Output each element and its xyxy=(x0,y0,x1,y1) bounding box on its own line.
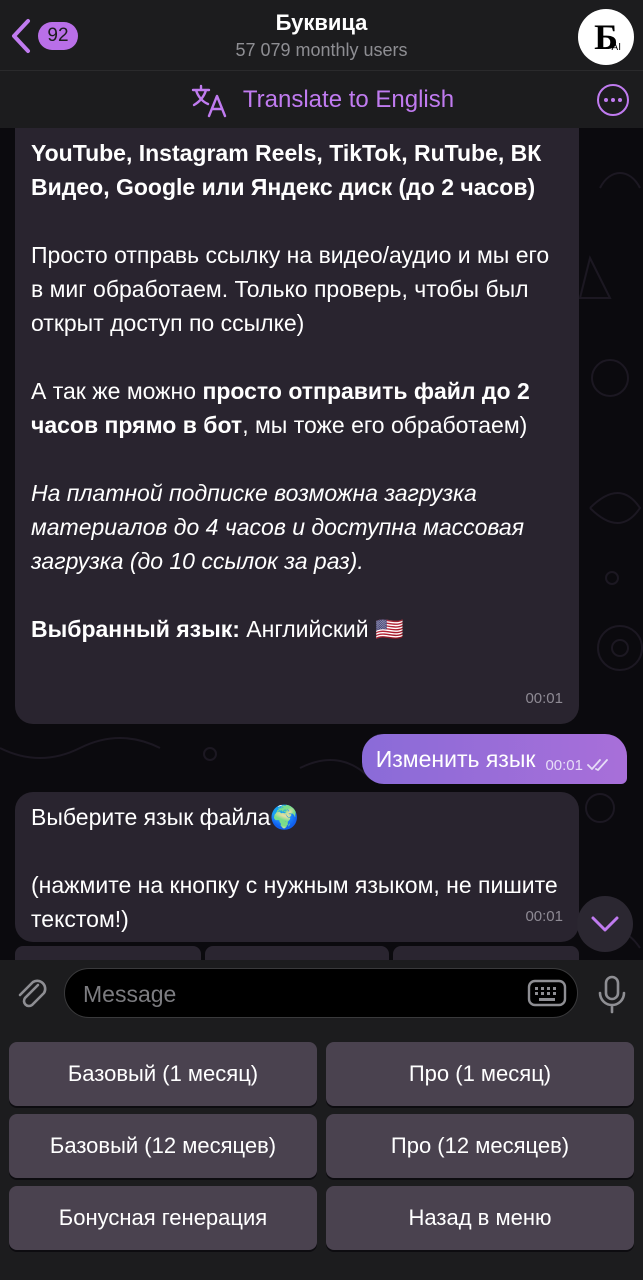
translate-bar[interactable]: Translate to English xyxy=(0,70,643,128)
selected-language-value: Английский 🇺🇸 xyxy=(239,616,404,642)
outgoing-message[interactable]: Изменить язык 00:01 xyxy=(361,734,627,784)
chat-title: Буквица xyxy=(275,10,368,35)
message-time: 00:01 xyxy=(525,690,563,707)
message-text: А так же можно xyxy=(31,378,203,404)
message-time: 00:01 xyxy=(525,908,563,925)
selected-language-label: Выбранный язык: xyxy=(31,616,240,642)
message-time: 00:01 xyxy=(545,756,583,774)
more-icon xyxy=(604,98,608,102)
more-button[interactable] xyxy=(597,84,629,116)
bonus-generation-button[interactable]: Бонусная генерация xyxy=(9,1186,317,1250)
paperclip-icon[interactable] xyxy=(14,976,50,1012)
message-text: , мы тоже его обработаем) xyxy=(242,412,528,438)
pro-1-month-button[interactable]: Про (1 месяц) xyxy=(326,1042,634,1106)
message-text: Изменить язык xyxy=(375,745,536,772)
message-paragraph: YouTube, Instagram Reels, TikTok, RuTube… xyxy=(31,136,563,204)
message-paragraph: (нажмите на кнопку с нужным языком, не п… xyxy=(31,872,558,932)
basic-1-month-button[interactable]: Базовый (1 месяц) xyxy=(9,1042,317,1106)
incoming-message[interactable]: YouTube, Instagram Reels, TikTok, RuTube… xyxy=(15,128,579,724)
pro-12-months-button[interactable]: Про (12 месяцев) xyxy=(326,1114,634,1178)
bot-keyboard: Базовый (1 месяц) Про (1 месяц) Базовый … xyxy=(0,1028,643,1280)
message-italic-text: На платной подписке возможна загрузка ма… xyxy=(31,480,525,574)
double-check-icon xyxy=(587,759,608,771)
translate-icon xyxy=(191,84,227,117)
chat-title-block[interactable]: Буквица 57 079 monthly users xyxy=(0,10,643,61)
message-composer: Message xyxy=(0,960,643,1028)
avatar-ai-mark: AI xyxy=(611,42,621,53)
basic-12-months-button[interactable]: Базовый (12 месяцев) xyxy=(9,1114,317,1178)
inline-keyboard-button[interactable] xyxy=(393,946,579,960)
message-paragraph: Выберите язык файла🌍 xyxy=(31,804,300,830)
message-paragraph: На платной подписке возможна загрузка ма… xyxy=(31,476,563,578)
message-paragraph: Просто отправь ссылку на видео/аудио и м… xyxy=(31,242,550,336)
inline-keyboard-button[interactable] xyxy=(205,946,389,960)
chevron-down-icon xyxy=(591,916,619,932)
message-paragraph: А так же можно просто отправить файл до … xyxy=(31,374,563,442)
more-icon-dot xyxy=(611,98,615,102)
back-to-menu-button[interactable]: Назад в меню xyxy=(326,1186,634,1250)
translate-label: Translate to English xyxy=(242,85,455,113)
chat-header: 92 Буквица 57 079 monthly users Б AI xyxy=(0,0,643,70)
bot-avatar[interactable]: Б AI xyxy=(578,9,634,65)
keyboard-icon[interactable] xyxy=(527,977,567,1009)
message-input[interactable]: Message xyxy=(64,968,578,1018)
message-bold-text: YouTube, Instagram Reels, TikTok, RuTube… xyxy=(31,140,542,200)
message-paragraph: Выбранный язык: Английский 🇺🇸 xyxy=(31,612,563,646)
microphone-icon[interactable] xyxy=(595,974,629,1014)
incoming-message[interactable]: Выберите язык файла🌍 (нажмите на кнопку … xyxy=(15,792,579,942)
more-icon-dot xyxy=(618,98,622,102)
message-list[interactable]: YouTube, Instagram Reels, TikTok, RuTube… xyxy=(0,128,643,960)
inline-keyboard-button[interactable] xyxy=(15,946,201,960)
chat-subtitle: 57 079 monthly users xyxy=(235,40,408,60)
message-placeholder: Message xyxy=(83,981,177,1007)
scroll-down-button[interactable] xyxy=(577,896,633,952)
